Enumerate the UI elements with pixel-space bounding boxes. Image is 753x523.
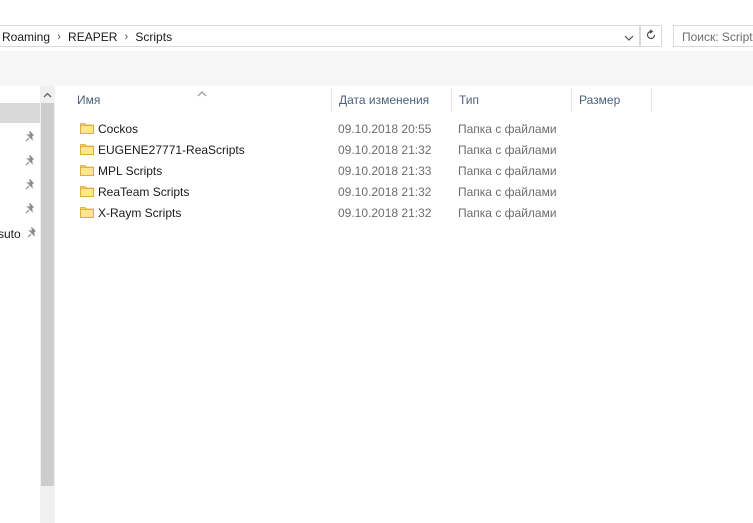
address-toolbar: Roaming › REAPER › Scripts Поиск: Script…: [0, 22, 753, 51]
list-item[interactable]: Cockos 09.10.2018 20:55 Папка с файлами: [75, 118, 595, 139]
folder-icon: [80, 184, 94, 198]
navigation-pane: suto: [0, 86, 40, 523]
file-date: 09.10.2018 20:55: [338, 122, 432, 136]
file-type: Папка с файлами: [458, 143, 557, 157]
nav-item[interactable]: [0, 175, 40, 197]
column-header-label: Имя: [77, 93, 101, 107]
file-type: Папка с файлами: [458, 164, 557, 178]
column-header-size[interactable]: Размер: [572, 88, 652, 112]
breadcrumb-roaming[interactable]: Roaming: [2, 30, 50, 44]
refresh-button[interactable]: [640, 25, 662, 47]
file-type: Папка с файлами: [458, 206, 557, 220]
chevron-right-icon[interactable]: ›: [50, 31, 68, 43]
refresh-icon: [645, 28, 657, 44]
column-header-label: Дата изменения: [339, 93, 430, 107]
nav-item-label: suto: [0, 227, 21, 241]
column-headers: Имя Дата изменения Тип Размер: [55, 88, 753, 112]
pin-icon[interactable]: [24, 154, 36, 167]
breadcrumb-reaper[interactable]: REAPER: [68, 30, 117, 44]
file-date: 09.10.2018 21:32: [338, 143, 432, 157]
column-header-name[interactable]: Имя: [70, 88, 332, 112]
list-item[interactable]: MPL Scripts 09.10.2018 21:33 Папка с фай…: [75, 160, 595, 181]
folder-icon: [80, 163, 94, 177]
list-item[interactable]: ReaTeam Scripts 09.10.2018 21:32 Папка с…: [75, 181, 595, 202]
scroll-up-arrow-icon[interactable]: [40, 86, 55, 103]
folder-icon: [80, 142, 94, 156]
search-input[interactable]: Поиск: Scripts: [673, 25, 753, 47]
command-strip: [0, 51, 753, 86]
folder-icon: [80, 121, 94, 135]
column-header-label: Тип: [459, 93, 480, 107]
search-placeholder: Поиск: Scripts: [682, 30, 753, 44]
chevron-down-icon[interactable]: [621, 30, 637, 46]
nav-scrollbar[interactable]: [40, 86, 55, 523]
file-date: 09.10.2018 21:33: [338, 164, 432, 178]
chevron-right-icon[interactable]: ›: [117, 31, 135, 43]
nav-item-suto[interactable]: suto: [0, 223, 40, 245]
column-header-type[interactable]: Тип: [452, 88, 572, 112]
nav-item[interactable]: [0, 151, 40, 173]
pin-icon[interactable]: [24, 202, 36, 215]
breadcrumb-scripts[interactable]: Scripts: [135, 30, 172, 44]
column-header-label: Размер: [579, 93, 621, 107]
column-header-date[interactable]: Дата изменения: [332, 88, 452, 112]
nav-item[interactable]: [0, 127, 40, 149]
list-item[interactable]: EUGENE27771-ReaScripts 09.10.2018 21:32 …: [75, 139, 595, 160]
file-name: MPL Scripts: [98, 164, 163, 178]
file-date: 09.10.2018 21:32: [338, 206, 432, 220]
file-name: X-Raym Scripts: [98, 206, 182, 220]
file-type: Папка с файлами: [458, 122, 557, 136]
nav-item[interactable]: [0, 199, 40, 221]
pin-icon[interactable]: [26, 226, 38, 239]
file-type: Папка с файлами: [458, 185, 557, 199]
folder-icon: [80, 205, 94, 219]
nav-item-selected[interactable]: [0, 103, 40, 123]
address-bar[interactable]: Roaming › REAPER › Scripts: [0, 25, 640, 47]
file-name: Cockos: [98, 122, 139, 136]
pin-icon[interactable]: [24, 178, 36, 191]
file-date: 09.10.2018 21:32: [338, 185, 432, 199]
file-list: Имя Дата изменения Тип Размер Cockos 09.…: [55, 86, 753, 523]
list-item[interactable]: X-Raym Scripts 09.10.2018 21:32 Папка с …: [75, 202, 595, 223]
file-explorer-window: Roaming › REAPER › Scripts Поиск: Script…: [0, 0, 753, 523]
file-name: ReaTeam Scripts: [98, 185, 190, 199]
file-name: EUGENE27771-ReaScripts: [98, 143, 245, 157]
pin-icon[interactable]: [24, 130, 36, 143]
scrollbar-thumb[interactable]: [41, 103, 54, 486]
breadcrumb: Roaming › REAPER › Scripts: [2, 29, 172, 45]
